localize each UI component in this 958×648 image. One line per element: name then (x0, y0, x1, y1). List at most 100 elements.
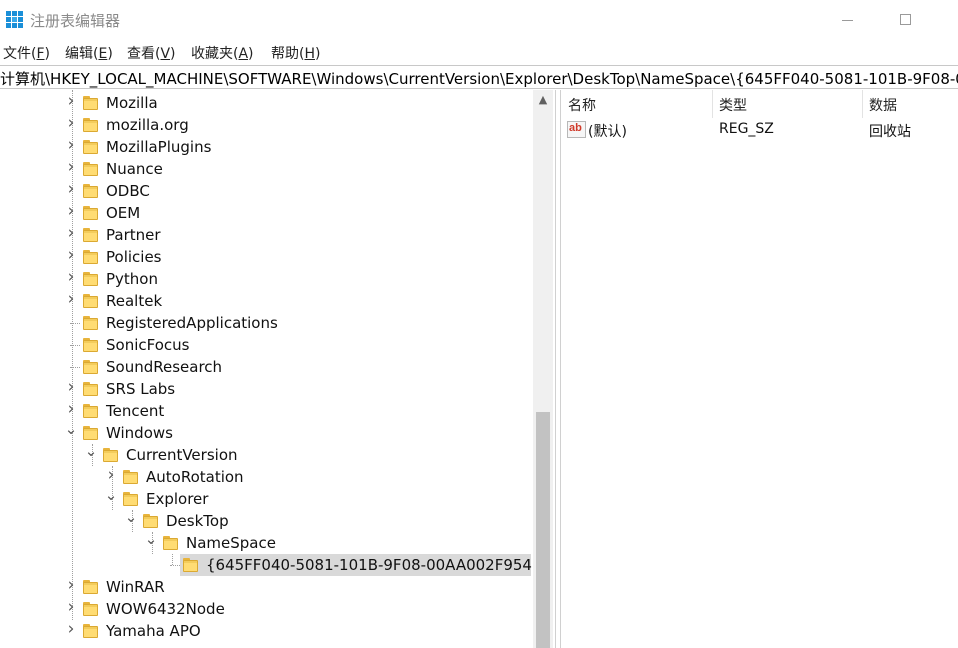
tree-item[interactable]: ⌄ NameSpace (0, 531, 533, 554)
tree-item[interactable]: ⌄ Windows (0, 421, 533, 444)
chevron-right-icon[interactable]: › (64, 401, 78, 418)
menu-view[interactable]: 查看(V) (127, 43, 176, 63)
registry-values-list[interactable]: 名称 类型 数据 ab (默认) REG_SZ 回收站 (561, 90, 958, 648)
tree-item-label: SoundResearch (106, 358, 223, 376)
chevron-right-icon[interactable]: › (64, 203, 78, 220)
tree-item[interactable]: › Tencent (0, 400, 533, 422)
tree-item[interactable]: {645FF040-5081-101B-9F08-00AA002F954E} (0, 554, 551, 576)
folder-icon (182, 558, 198, 572)
folder-icon (82, 338, 98, 352)
folder-icon (82, 228, 98, 242)
tree-item-label: Nuance (106, 160, 163, 178)
folder-icon (82, 96, 98, 110)
scroll-up-arrow-icon[interactable]: ▲ (533, 90, 553, 110)
tree-scrollbar[interactable]: ▲ (533, 90, 553, 648)
tree-item-label: ODBC (106, 182, 150, 200)
chevron-right-icon[interactable]: › (64, 379, 78, 396)
tree-item[interactable]: › WinRAR (0, 576, 533, 598)
tree-item[interactable]: › WOW6432Node (0, 598, 533, 620)
folder-icon (82, 624, 98, 638)
tree-item[interactable]: › MozillaPlugins (0, 136, 533, 158)
chevron-down-icon[interactable]: ⌄ (124, 509, 138, 525)
menu-edit[interactable]: 编辑(E) (65, 43, 113, 63)
tree-item[interactable]: RegisteredApplications (0, 312, 533, 334)
tree-item-label: Windows (106, 424, 173, 442)
tree-item[interactable]: › Nuance (0, 158, 533, 180)
list-item[interactable]: ab (默认) REG_SZ 回收站 (561, 118, 958, 142)
chevron-right-icon[interactable]: › (64, 93, 78, 110)
tree-item-label: CurrentVersion (126, 446, 238, 464)
folder-icon (82, 382, 98, 396)
tree-item-label: Yamaha APO (106, 622, 201, 640)
maximize-button[interactable] (882, 0, 928, 40)
tree-connector (170, 565, 180, 566)
scrollbar-thumb[interactable] (536, 412, 550, 648)
registry-key-tree[interactable]: › Mozilla › mozilla.org › MozillaPlugins › Nuan… (0, 90, 555, 648)
tree-item[interactable]: › Python (0, 268, 533, 290)
tree-item[interactable]: › Mozilla (0, 92, 533, 114)
column-header-data[interactable]: 数据 (862, 90, 958, 118)
menu-favorites[interactable]: 收藏夹(A) (191, 43, 254, 63)
tree-item-label: Mozilla (106, 94, 158, 112)
chevron-right-icon[interactable]: › (64, 225, 78, 242)
column-header-name[interactable]: 名称 (561, 90, 712, 118)
chevron-right-icon[interactable]: › (64, 599, 78, 616)
value-data: 回收站 (869, 124, 911, 140)
chevron-right-icon[interactable]: › (64, 159, 78, 176)
address-path[interactable]: 计算机\HKEY_LOCAL_MACHINE\SOFTWARE\Windows\… (0, 68, 958, 88)
folder-icon (82, 118, 98, 132)
chevron-right-icon[interactable]: › (64, 621, 78, 638)
chevron-right-icon[interactable]: › (64, 269, 78, 286)
tree-item-label: MozillaPlugins (106, 138, 212, 156)
folder-icon (82, 602, 98, 616)
menu-help[interactable]: 帮助(H) (271, 43, 320, 63)
chevron-right-icon[interactable]: › (64, 115, 78, 132)
tree-item[interactable]: › Yamaha APO (0, 620, 533, 642)
chevron-right-icon[interactable]: › (64, 181, 78, 198)
tree-item[interactable]: › Realtek (0, 290, 533, 312)
tree-item[interactable]: › OEM (0, 202, 533, 224)
chevron-down-icon[interactable]: ⌄ (104, 487, 118, 503)
tree-item-label: DeskTop (166, 512, 229, 530)
chevron-right-icon[interactable]: › (104, 467, 118, 484)
tree-item[interactable]: ⌄ Explorer (0, 487, 533, 510)
chevron-right-icon[interactable]: › (64, 577, 78, 594)
tree-item[interactable]: SoundResearch (0, 356, 533, 378)
tree-item-label: {645FF040-5081-101B-9F08-00AA002F954E} (206, 556, 551, 574)
tree-item[interactable]: ⌄ DeskTop (0, 509, 533, 532)
chevron-right-icon[interactable]: › (64, 291, 78, 308)
minimize-button[interactable] (826, 0, 872, 40)
column-header-type[interactable]: 类型 (712, 90, 862, 118)
folder-icon (142, 514, 158, 528)
folder-icon (82, 426, 98, 440)
maximize-icon (900, 14, 911, 25)
address-bar[interactable]: 计算机\HKEY_LOCAL_MACHINE\SOFTWARE\Windows\… (0, 65, 958, 89)
chevron-right-icon[interactable]: › (64, 137, 78, 154)
tree-item[interactable]: › AutoRotation (0, 466, 533, 488)
menu-bar: 文件(F) 编辑(E) 查看(V) 收藏夹(A) 帮助(H) (0, 40, 958, 64)
chevron-down-icon[interactable]: ⌄ (64, 421, 78, 437)
tree-item[interactable]: SonicFocus (0, 334, 533, 356)
folder-icon (122, 492, 138, 506)
tree-item[interactable]: › ODBC (0, 180, 533, 202)
tree-item-label: Tencent (106, 402, 165, 420)
tree-item-label: SRS Labs (106, 380, 176, 398)
folder-icon (82, 140, 98, 154)
folder-icon (82, 206, 98, 220)
tree-item-label: WinRAR (106, 578, 165, 596)
tree-item[interactable]: ⌄ CurrentVersion (0, 443, 533, 466)
tree-item-label: RegisteredApplications (106, 314, 278, 332)
chevron-down-icon[interactable]: ⌄ (144, 531, 158, 547)
tree-item-label: SonicFocus (106, 336, 190, 354)
tree-item-label: Policies (106, 248, 162, 266)
chevron-down-icon[interactable]: ⌄ (84, 443, 98, 459)
folder-icon (162, 536, 178, 550)
tree-item[interactable]: › Partner (0, 224, 533, 246)
chevron-right-icon[interactable]: › (64, 247, 78, 264)
menu-file[interactable]: 文件(F) (3, 43, 50, 63)
tree-item-label: Explorer (146, 490, 209, 508)
folder-icon (82, 184, 98, 198)
tree-item[interactable]: › SRS Labs (0, 378, 533, 400)
tree-item[interactable]: › mozilla.org (0, 114, 533, 136)
tree-item[interactable]: › Policies (0, 246, 533, 268)
